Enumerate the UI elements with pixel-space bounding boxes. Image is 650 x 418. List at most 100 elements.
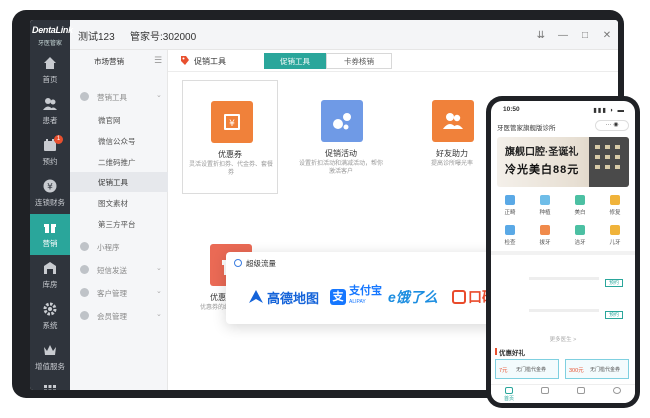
service-item[interactable]: 修复 [602,193,628,221]
nav-item-more[interactable]: 更多 [30,378,70,390]
mini-program-icon [80,242,89,251]
amap-logo[interactable]: 高德地图 [248,288,319,306]
card-promo-activity[interactable]: 促销活动 设置折扣活动和满减活动，帮你激活客户 [293,80,389,194]
gift-section: 优惠好礼 7元 无门槛代金券 300元 无门槛代金券 [491,345,635,385]
chevron-down-icon: ⌄ [156,311,162,318]
miniapp-menu-button[interactable]: ··· ◉ [595,120,629,131]
service-label: 美白 [574,210,586,216]
subnav-item-wechat[interactable]: 微信公众号 [70,131,168,151]
more-doctors-link[interactable]: 更多医生 > [491,335,635,343]
nav-item-marketing[interactable]: 营销 [30,214,70,255]
phone-status-bar: 10:50 ▮▮▮ ◗ ▬ [491,101,635,117]
tab-promo-tools[interactable]: 促销工具 [264,53,326,69]
group-label: 短信发送 [97,266,127,275]
tools-icon [80,92,89,101]
book-button[interactable]: 预约 [605,311,623,319]
close-icon[interactable]: ✕ [596,30,618,41]
card-coupon[interactable]: ¥ 优惠券 灵活设置折扣券、代金券、套餐券 [182,80,278,194]
tab-third[interactable] [567,387,595,395]
doctor-card[interactable]: 预约 [497,295,629,335]
nav-label: 营销 [42,239,58,248]
service-item[interactable]: 拔牙 [532,223,558,251]
tag-icon [181,56,189,65]
tooth-icon [505,195,515,205]
group-label: 营销工具 [97,93,127,102]
status-signal: ▮▮▮ ◗ ▬ [593,107,625,114]
home-icon [505,387,513,394]
status-time: 10:50 [503,106,520,113]
service-label: 种植 [539,210,551,216]
service-label: 修复 [609,210,621,216]
minimize-icon[interactable]: — [552,30,574,41]
service-item[interactable]: 洁牙 [567,223,593,251]
user-icon [613,387,621,394]
nav-item-home[interactable]: 首页 [30,50,70,91]
brand-logo: DentaLink 牙医管家 [30,20,73,50]
logo-text: 支付宝 [349,285,382,297]
coupon-amount: 7元 [499,368,508,374]
maximize-icon[interactable]: □ [574,30,596,41]
home-icon [44,57,56,69]
subnav-group-sms[interactable]: 短信发送 ⌄ [70,259,168,281]
service-item[interactable]: 正畸 [497,193,523,221]
service-item[interactable]: 儿牙 [602,223,628,251]
koubei-icon [452,290,466,304]
patients-icon [43,98,57,110]
nav-label: 系统 [42,321,58,330]
nav-item-patients[interactable]: 患者 [30,91,70,132]
alipay-logo[interactable]: 支 支付宝 ALIPAY [330,285,382,306]
collapse-menu-icon[interactable]: ☰ [154,55,162,66]
tab-profile[interactable] [603,387,631,395]
yuan-icon: ¥ [43,179,57,193]
service-label: 儿牙 [609,240,621,246]
phone-tab-bar: 首页 [491,384,635,403]
section-accent [495,348,497,355]
alipay-icon: 支 [330,289,346,305]
nav-item-warehouse[interactable]: 库房 [30,255,70,296]
group-label: 会员管理 [97,312,127,321]
tab-home[interactable]: 首页 [495,387,523,402]
doctor-info-line [529,309,599,312]
amap-icon [249,290,263,303]
tooth-icon [505,225,515,235]
crown-icon [44,345,56,355]
nav-label: 库房 [42,280,58,289]
mail-icon [80,265,89,274]
subnav-group-marketing-tools[interactable]: 营销工具 ⌄ [70,86,168,108]
card-desc: 提高诊所曝光率 [430,161,473,167]
coupon-card[interactable]: 7元 无门槛代金券 [495,359,559,379]
subnav-item-third-party[interactable]: 第三方平台 [70,214,168,234]
nav-item-value-added[interactable]: 增值服务 [30,337,70,378]
nav-label: 患者 [42,116,58,125]
logo-text: 高德地图 [267,290,320,306]
nav-item-finance[interactable]: ¥ 连锁财务 [30,173,70,214]
nav-item-appointments[interactable]: 1 预约 [30,132,70,173]
book-button[interactable]: 预约 [605,279,623,287]
service-label: 洁牙 [574,240,586,246]
eleme-logo[interactable]: e 饿了么 [388,288,438,306]
brand-name: DentaLink [32,25,73,35]
subnav-item-qrcode[interactable]: 二维码推广 [70,152,168,172]
promo-banner[interactable]: 旗舰口腔·圣诞礼 冷光美白88元 [497,137,629,187]
tab-coupon-verify[interactable]: 卡券核销 [326,53,392,69]
subnav-group-members[interactable]: 会员管理 ⌄ [70,305,168,327]
subnav-group-mini-program[interactable]: 小程序 [70,236,168,258]
grid-icon [44,385,56,390]
service-item[interactable]: 检查 [497,223,523,251]
subnav-item-micro-site[interactable]: 微官网 [70,110,168,130]
subnav-item-materials[interactable]: 图文素材 [70,193,168,213]
collapse-icon[interactable]: ⇊ [530,30,552,41]
partners-header: 超级流量 [234,258,276,269]
subnav-item-promo-tools[interactable]: 促销工具 [70,172,168,192]
document-icon [541,387,549,394]
manager-id: 管家号:302000 [130,32,197,43]
service-item[interactable]: 种植 [532,193,558,221]
store-name[interactable]: 测试123 [78,28,115,43]
chevron-down-icon: ⌄ [156,265,162,272]
service-item[interactable]: 美白 [567,193,593,221]
subnav-group-customers[interactable]: 客户管理 ⌄ [70,282,168,304]
coupon-card[interactable]: 300元 无门槛代金券 [565,359,629,379]
tab-second[interactable] [531,387,559,395]
nav-item-system[interactable]: 系统 [30,296,70,337]
window-controls: ⇊ — □ ✕ [530,20,618,50]
